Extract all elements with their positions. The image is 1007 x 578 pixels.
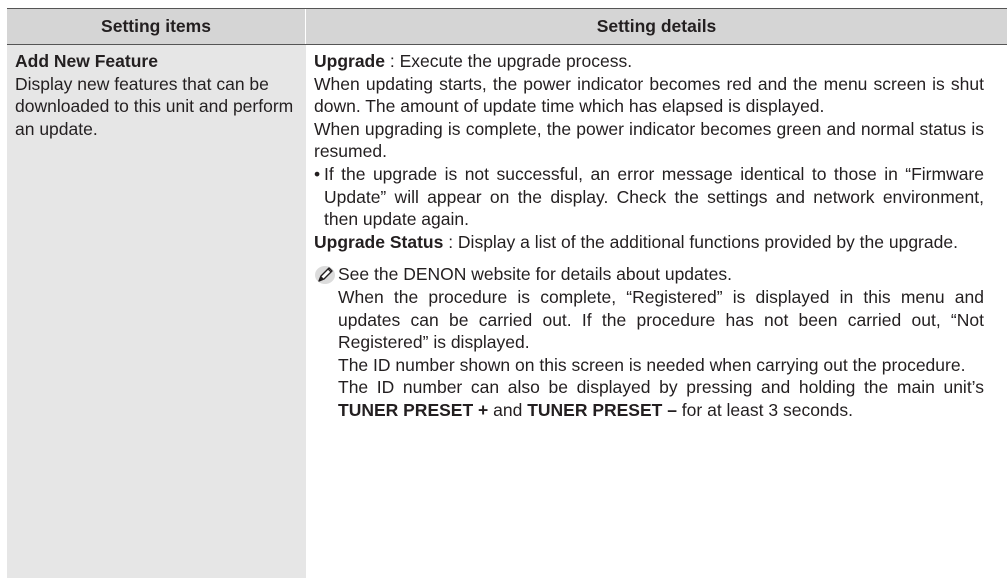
note-line-4-e: for at least 3 seconds.	[676, 399, 854, 420]
note-block: See the DENON website for details about …	[314, 263, 984, 421]
settings-table: Setting items Setting details Add New Fe…	[7, 8, 1007, 578]
note-text: See the DENON website for details about …	[338, 263, 984, 421]
note-line-4-a: The ID number can also be displayed by p…	[338, 377, 984, 398]
header-setting-details: Setting details	[596, 16, 717, 36]
note-line-3: The ID number shown on this screen is ne…	[338, 354, 966, 375]
upgrade-option: Upgrade : Execute the upgrade process.	[314, 50, 984, 73]
upgrade-status-option: Upgrade Status : Display a list of the a…	[314, 231, 984, 254]
header-setting-items: Setting items	[7, 9, 306, 44]
tuner-preset-minus: TUNER PRESET –	[527, 399, 677, 420]
update-complete-paragraph: When upgrading is complete, the power in…	[314, 118, 984, 162]
setting-details-cell: Upgrade : Execute the upgrade process. W…	[306, 45, 1007, 578]
tuner-preset-plus: TUNER PRESET +	[338, 399, 489, 420]
note-line-4-c: and	[488, 399, 528, 420]
update-start-paragraph: When updating starts, the power indicato…	[314, 73, 984, 117]
table-row: Add New Feature Display new features tha…	[7, 45, 1007, 578]
note-line-4: The ID number can also be displayed by p…	[338, 376, 984, 421]
table-header: Setting items Setting details	[7, 8, 1007, 45]
upgrade-term: Upgrade	[314, 51, 385, 71]
note-line-2: When the procedure is complete, “Registe…	[338, 286, 984, 353]
setting-item-name: Add New Feature	[15, 51, 158, 71]
bullet-mark: •	[314, 163, 321, 184]
note-line-1: See the DENON website for details about …	[338, 264, 732, 285]
upgrade-status-text: : Display a list of the additional funct…	[443, 231, 958, 252]
upgrade-status-term: Upgrade Status	[314, 231, 444, 252]
pencil-icon	[314, 263, 338, 421]
setting-item-cell: Add New Feature Display new features tha…	[7, 45, 306, 578]
upgrade-text: : Execute the upgrade process.	[384, 51, 633, 71]
bullet-text: If the upgrade is not successful, an err…	[324, 163, 984, 230]
setting-item-description: Display new features that can be downloa…	[15, 73, 294, 139]
error-bullet: • If the upgrade is not successful, an e…	[314, 163, 984, 231]
